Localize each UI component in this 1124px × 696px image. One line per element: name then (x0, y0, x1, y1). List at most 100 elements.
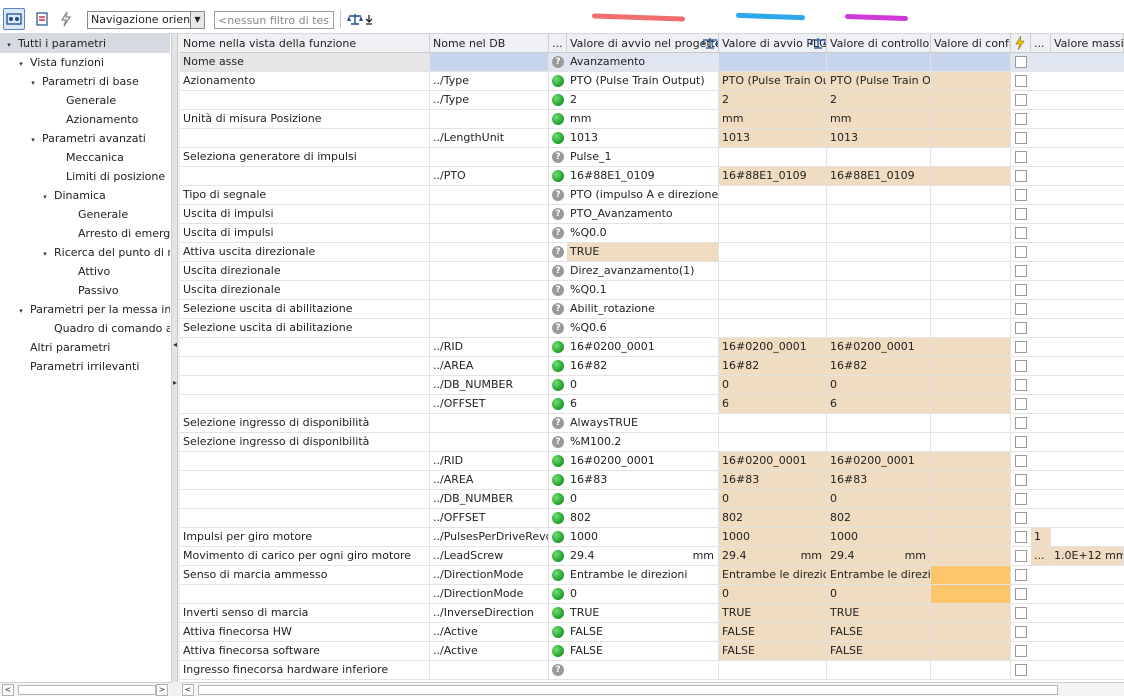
tree-item[interactable]: ▾ Vista funzioni (0, 53, 170, 72)
table-row[interactable]: ../DirectionMode 0 0 0 (180, 585, 1124, 604)
cell-v2[interactable]: FALSE (719, 623, 827, 641)
cell-v3[interactable] (827, 205, 931, 223)
table-row[interactable]: Attiva uscita direzionale TRUE? (180, 243, 1124, 262)
column-header-more[interactable]: ... (1031, 34, 1051, 53)
cell-v3[interactable]: Entrambe le direzioni (827, 566, 931, 584)
cell-v3[interactable]: 16#88E1_0109 (827, 167, 931, 185)
cell-v1[interactable]: PTO (impulso A e direzione B) (567, 186, 719, 204)
cell-v2[interactable] (719, 433, 827, 451)
cell-v2[interactable]: 16#82 (719, 357, 827, 375)
row-checkbox[interactable] (1015, 227, 1027, 239)
row-checkbox[interactable] (1015, 550, 1027, 562)
cell-v3[interactable]: 16#83 (827, 471, 931, 489)
cell-v1[interactable]: mm (567, 110, 719, 128)
column-header-status[interactable]: ... (549, 34, 567, 53)
cell-v2[interactable]: 1000 (719, 528, 827, 546)
cell-compare[interactable] (931, 281, 1011, 299)
cell-v2[interactable] (719, 224, 827, 242)
table-horizontal-scrollbar[interactable]: < (180, 682, 1124, 696)
tree-item[interactable]: ▾ Parametri avanzati (0, 129, 170, 148)
cell-compare[interactable] (931, 243, 1011, 261)
table-row[interactable]: ../DB_NUMBER 0 0 0 (180, 376, 1124, 395)
tree-item[interactable]: ▾ Parametri per la messa in servizio (0, 300, 170, 319)
cell-compare[interactable] (931, 91, 1011, 109)
cell-compare[interactable] (931, 433, 1011, 451)
tree-item[interactable]: Meccanica (0, 148, 170, 167)
tree-item[interactable]: ▾ Parametri di base (0, 72, 170, 91)
cell-compare[interactable] (931, 110, 1011, 128)
cell-v3[interactable]: PTO (Pulse Train Output) (827, 72, 931, 90)
table-row[interactable]: Tipo di segnale PTO (impulso A e direzion… (180, 186, 1124, 205)
cell-compare[interactable] (931, 53, 1011, 71)
cell-v2[interactable]: 16#0200_0001 (719, 338, 827, 356)
table-row[interactable]: Attiva finecorsa HW ../Active FALSE FALSE FA… (180, 623, 1124, 642)
row-checkbox[interactable] (1015, 113, 1027, 125)
scroll-left-icon[interactable]: < (2, 684, 14, 696)
table-row[interactable]: Nome asse Avanzamento? (180, 53, 1124, 72)
row-checkbox[interactable] (1015, 626, 1027, 638)
cell-compare[interactable] (931, 357, 1011, 375)
cell-compare[interactable] (931, 490, 1011, 508)
table-row[interactable]: Senso di marcia ammesso ../DirectionMode E… (180, 566, 1124, 585)
cell-v1[interactable]: PTO (Pulse Train Output) (567, 72, 719, 90)
row-checkbox[interactable] (1015, 493, 1027, 505)
cell-compare[interactable] (931, 338, 1011, 356)
cell-v2[interactable]: 0 (719, 490, 827, 508)
cell-v2[interactable] (719, 414, 827, 432)
expand-right-icon[interactable]: ▸ (173, 378, 177, 387)
table-row[interactable]: Selezione uscita di abilitazione %Q0.6? (180, 319, 1124, 338)
cell-v2[interactable]: 6 (719, 395, 827, 413)
table-row[interactable]: Seleziona generatore di impulsi Pulse_1? (180, 148, 1124, 167)
table-row[interactable]: Selezione ingresso di disponibilità %M100… (180, 433, 1124, 452)
expand-arrow-icon[interactable]: ▾ (4, 36, 14, 53)
table-row[interactable]: ../DB_NUMBER 0 0 0 (180, 490, 1124, 509)
row-checkbox[interactable] (1015, 607, 1027, 619)
cell-v1[interactable]: TRUE (567, 243, 719, 261)
cell-compare[interactable] (931, 205, 1011, 223)
cell-v3[interactable] (827, 414, 931, 432)
table-row[interactable]: Unità di misura Posizione mm mm mm (180, 110, 1124, 129)
column-header-lightning[interactable] (1011, 34, 1031, 53)
cell-compare[interactable] (931, 224, 1011, 242)
cell-v3[interactable]: 1013 (827, 129, 931, 147)
cell-compare[interactable] (931, 509, 1011, 527)
cell-v3[interactable] (827, 300, 931, 318)
scroll-thumb[interactable] (198, 685, 1058, 695)
expand-arrow-icon[interactable]: ▾ (16, 55, 26, 72)
cell-v3[interactable] (827, 281, 931, 299)
cell-compare[interactable] (931, 604, 1011, 622)
cell-v1[interactable]: %M100.2 (567, 433, 719, 451)
cell-compare[interactable] (931, 547, 1011, 565)
cell-compare[interactable] (931, 300, 1011, 318)
pane-splitter[interactable]: ◂ ▸ (172, 34, 178, 682)
table-row[interactable]: Selezione uscita di abilitazione Abilit_r… (180, 300, 1124, 319)
cell-compare[interactable] (931, 186, 1011, 204)
navigation-select[interactable]: Navigazione orientata ▼ (87, 11, 205, 29)
cell-v3[interactable] (827, 186, 931, 204)
table-row[interactable]: ../Type 2 2 2 (180, 91, 1124, 110)
cell-v1[interactable]: 16#0200_0001 (567, 338, 719, 356)
row-checkbox[interactable] (1015, 56, 1027, 68)
row-checkbox[interactable] (1015, 341, 1027, 353)
row-checkbox[interactable] (1015, 170, 1027, 182)
row-checkbox[interactable] (1015, 360, 1027, 372)
table-row[interactable]: ../AREA 16#82 16#82 16#82 (180, 357, 1124, 376)
table-row[interactable]: Movimento di carico per ogni giro motore… (180, 547, 1124, 566)
table-row[interactable]: Azionamento ../Type PTO (Pulse Train Outpu… (180, 72, 1124, 91)
cell-v2[interactable] (719, 281, 827, 299)
text-filter-input[interactable] (214, 11, 334, 29)
column-header-start-value-project[interactable]: Valore di avvio nel progetto (567, 34, 719, 53)
cell-v3[interactable]: 29.4 mm (827, 547, 931, 565)
cell-compare[interactable] (931, 471, 1011, 489)
cell-v1[interactable]: 16#82 (567, 357, 719, 375)
cell-v1[interactable]: 1013 (567, 129, 719, 147)
cell-v2[interactable] (719, 300, 827, 318)
cell-v3[interactable]: 802 (827, 509, 931, 527)
table-row[interactable]: Ingresso finecorsa hardware inferiore? (180, 661, 1124, 680)
expand-arrow-icon[interactable]: ▾ (16, 302, 26, 319)
row-checkbox[interactable] (1015, 455, 1027, 467)
scroll-right-icon[interactable]: > (156, 684, 168, 696)
table-row[interactable]: ../OFFSET 802 802 802 (180, 509, 1124, 528)
cell-v3[interactable]: TRUE (827, 604, 931, 622)
table-row[interactable]: Impulsi per giro motore ../PulsesPerDrive… (180, 528, 1124, 547)
